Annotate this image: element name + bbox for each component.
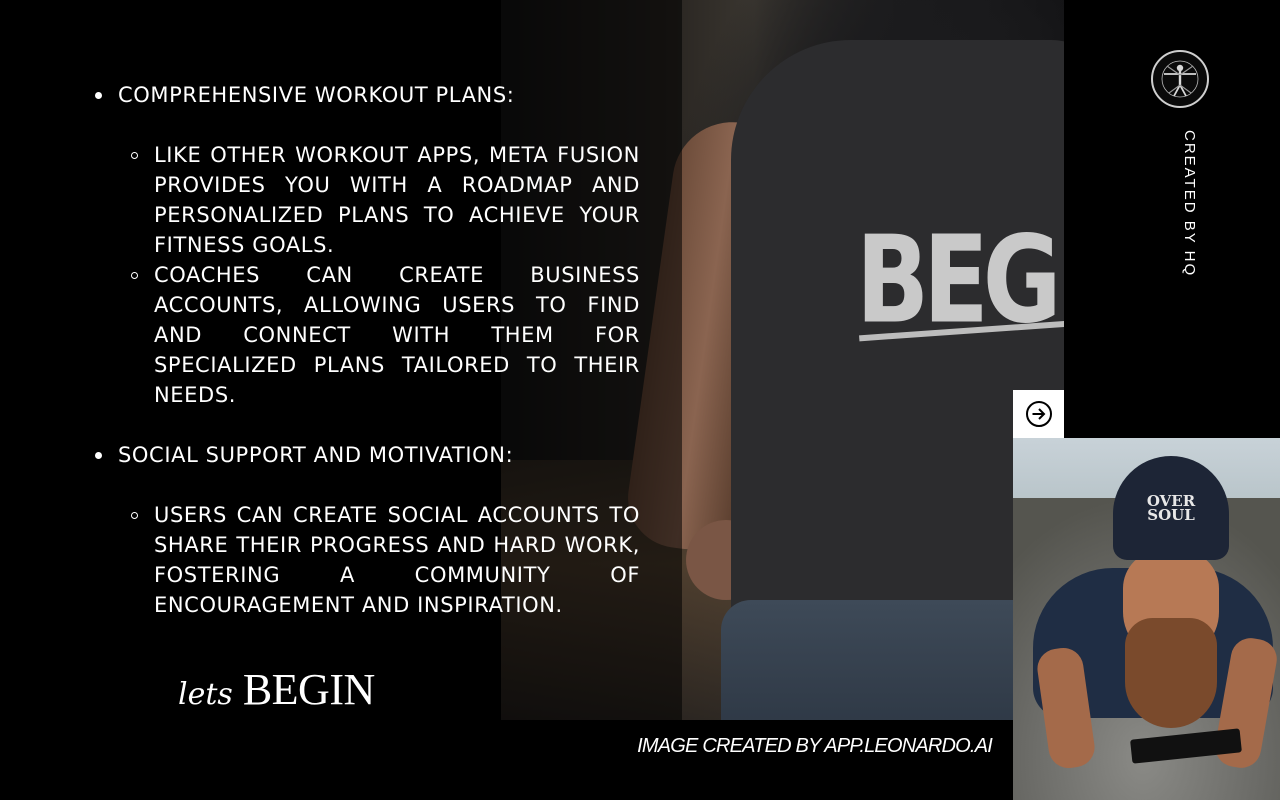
next-slide-button[interactable] bbox=[1013, 390, 1064, 438]
section-heading-item: SOCIAL SUPPORT AND MOTIVATION: bbox=[95, 440, 640, 470]
bullet-circle-icon bbox=[131, 272, 138, 279]
section-heading: COMPREHENSIVE WORKOUT PLANS: bbox=[118, 83, 515, 107]
bullet-disc-icon bbox=[95, 452, 102, 459]
list-item: LIKE OTHER WORKOUT APPS, META FUSION PRO… bbox=[131, 140, 640, 260]
vitruvian-man-logo-icon bbox=[1151, 50, 1209, 108]
sub-list: USERS CAN CREATE SOCIAL ACCOUNTS TO SHAR… bbox=[131, 500, 640, 620]
bullet-circle-icon bbox=[131, 152, 138, 159]
sub-list: LIKE OTHER WORKOUT APPS, META FUSION PRO… bbox=[131, 140, 640, 410]
athlete-beanie: OVER SOUL bbox=[1113, 456, 1229, 560]
beanie-print: OVER SOUL bbox=[1146, 492, 1196, 524]
list-item-text: LIKE OTHER WORKOUT APPS, META FUSION PRO… bbox=[154, 143, 640, 257]
logo-figure bbox=[1161, 60, 1199, 98]
bullet-disc-icon bbox=[95, 92, 102, 99]
cta-main-word: BEGIN bbox=[242, 665, 375, 714]
created-by-credit: CREATED BY HQ bbox=[1181, 130, 1198, 278]
feature-list: COMPREHENSIVE WORKOUT PLANS: LIKE OTHER … bbox=[95, 80, 640, 620]
arrow-right-circle-icon bbox=[1025, 401, 1052, 427]
list-item: USERS CAN CREATE SOCIAL ACCOUNTS TO SHAR… bbox=[131, 500, 640, 620]
list-item: COACHES CAN CREATE BUSINESS ACCOUNTS, AL… bbox=[131, 260, 640, 410]
bullet-circle-icon bbox=[131, 512, 138, 519]
section-heading: SOCIAL SUPPORT AND MOTIVATION: bbox=[118, 443, 514, 467]
cta-script-word: lets bbox=[178, 677, 233, 712]
lets-begin-heading: lets BEGIN bbox=[178, 664, 375, 715]
list-item-text: COACHES CAN CREATE BUSINESS ACCOUNTS, AL… bbox=[154, 263, 640, 407]
pushup-photo: OVER SOUL bbox=[1013, 438, 1280, 800]
section-heading-item: COMPREHENSIVE WORKOUT PLANS: bbox=[95, 80, 640, 110]
image-credit: IMAGE CREATED BY APP.LEONARDO.AI bbox=[637, 735, 993, 757]
athlete-beard bbox=[1125, 618, 1217, 728]
list-item-text: USERS CAN CREATE SOCIAL ACCOUNTS TO SHAR… bbox=[154, 503, 640, 617]
